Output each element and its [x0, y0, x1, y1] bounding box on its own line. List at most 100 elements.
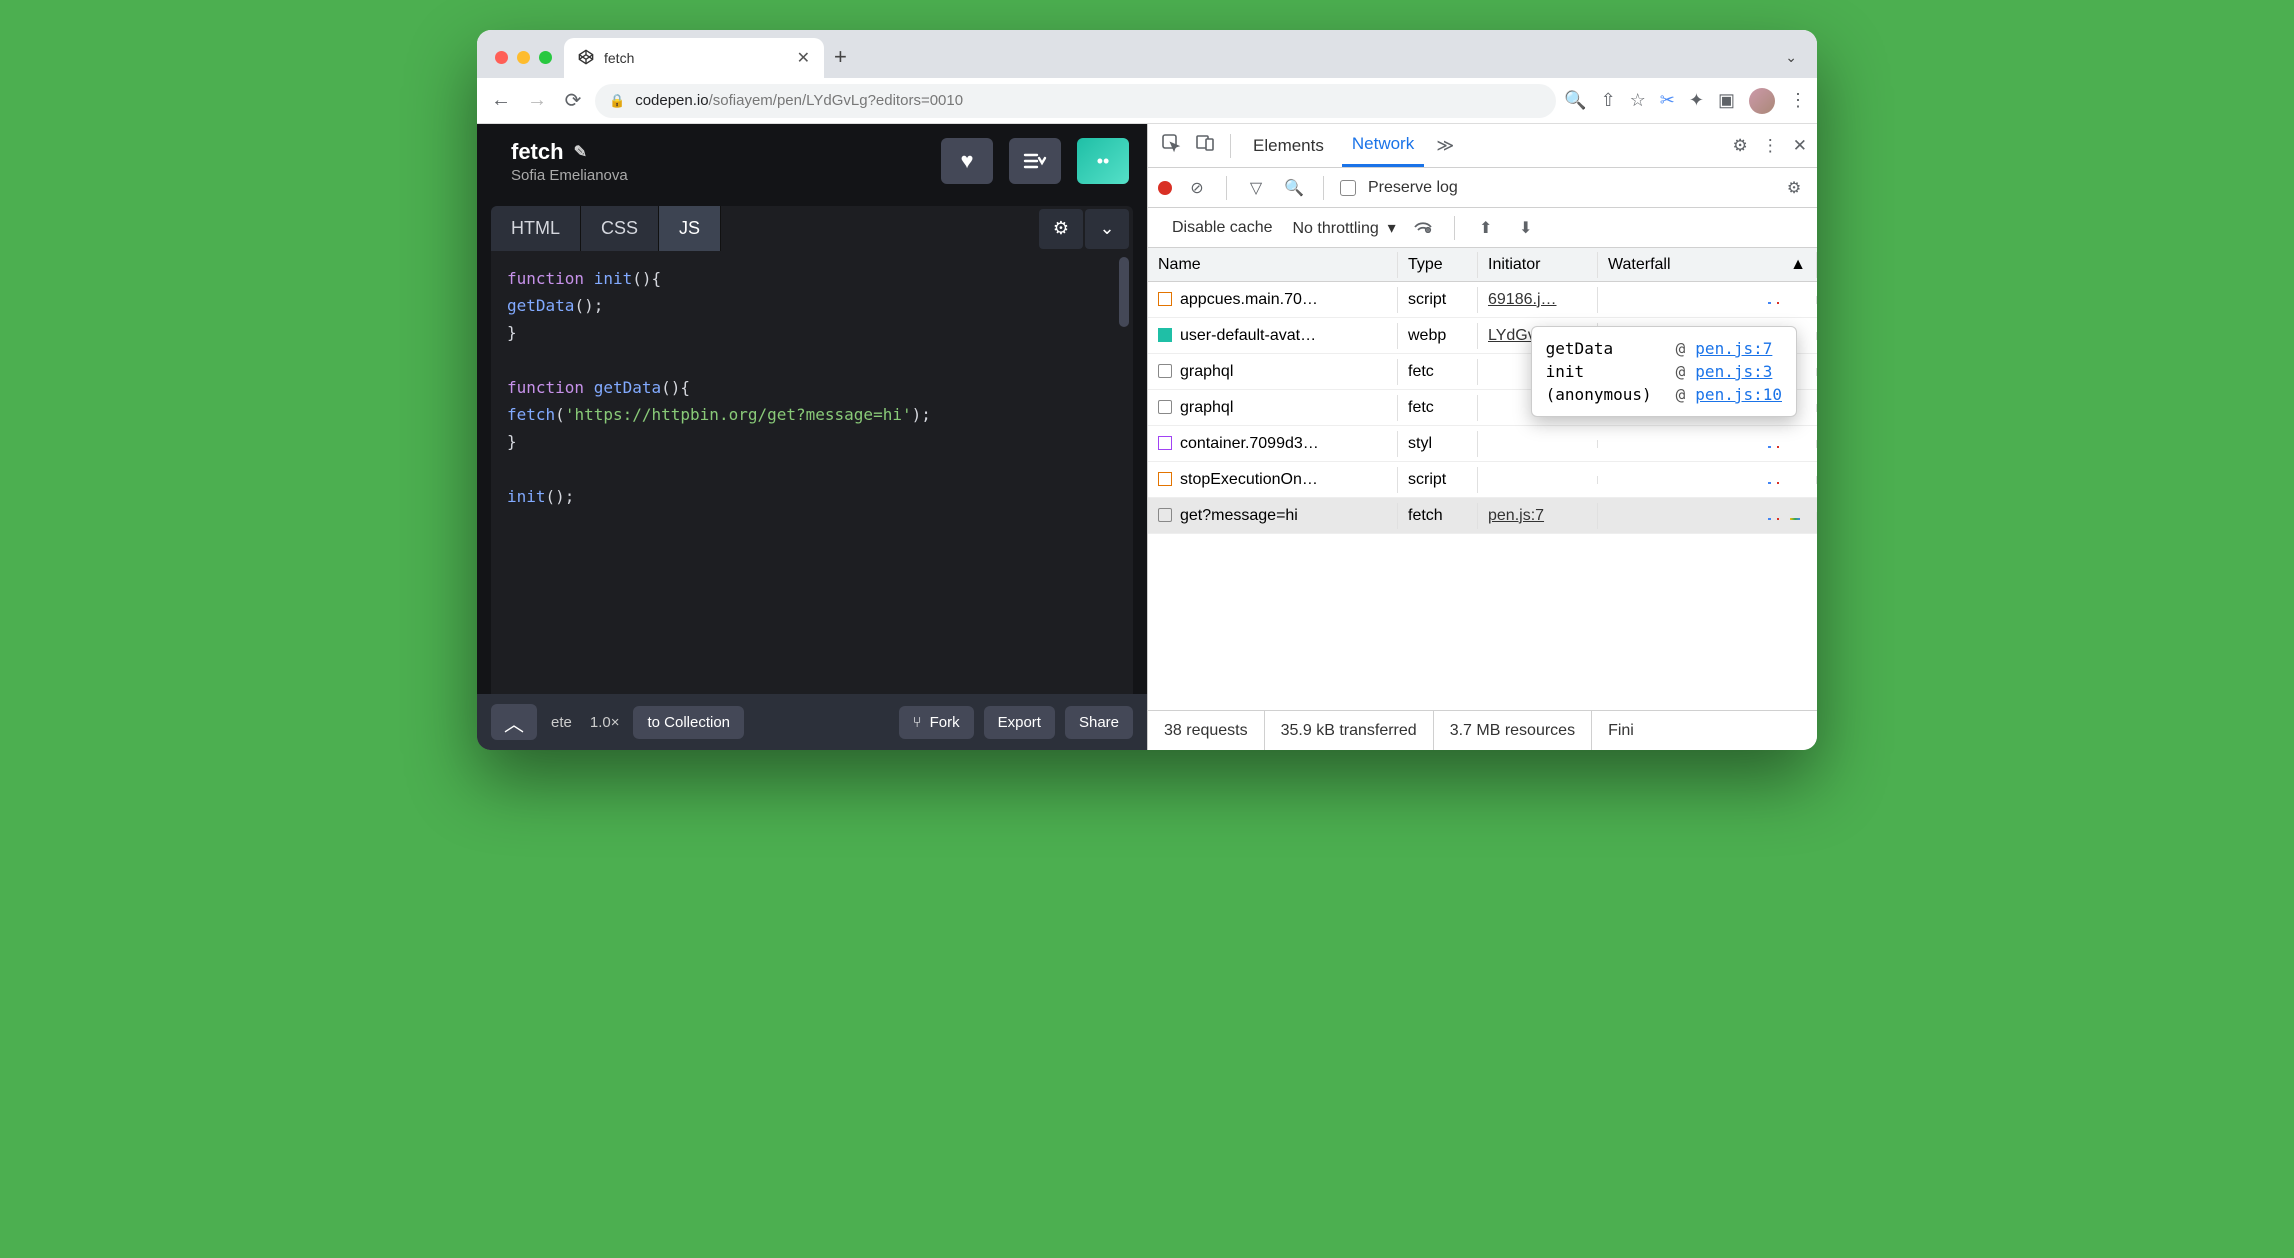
edit-title-icon[interactable]: ✎ [574, 142, 587, 162]
close-tab-icon[interactable]: ✕ [797, 48, 810, 68]
fork-button[interactable]: ⑂Fork [899, 706, 974, 739]
status-transferred: 35.9 kB transferred [1265, 711, 1434, 750]
code-editor[interactable]: function init(){ getData();} function ge… [491, 251, 1133, 694]
record-button[interactable] [1158, 181, 1172, 195]
tab-network[interactable]: Network [1342, 124, 1424, 167]
footer-seg1: ete [547, 714, 576, 731]
tab-css[interactable]: CSS [581, 206, 659, 251]
tab-elements[interactable]: Elements [1243, 124, 1334, 167]
col-waterfall[interactable]: Waterfall▲ [1598, 252, 1817, 278]
pen-author: Sofia Emelianova [511, 167, 925, 184]
browser-window: fetch ✕ + ⌄ ← → ⟳ 🔒 codepen.io/sofiayem/… [477, 30, 1817, 750]
throttling-select[interactable]: No throttling ▾ [1293, 218, 1396, 238]
editor-tabs: HTML CSS JS ⚙ ⌄ [491, 206, 1133, 251]
more-tabs-icon[interactable]: ≫ [1432, 136, 1458, 156]
initiator-link[interactable]: pen.js:7 [1488, 507, 1544, 524]
disable-cache-label: Disable cache [1172, 219, 1273, 237]
codepen-header: fetch ✎ Sofia Emelianova ♥ •• [477, 124, 1147, 198]
network-conditions-icon[interactable] [1410, 217, 1436, 238]
zoom-icon[interactable]: 🔍 [1564, 90, 1586, 111]
codepen-footer: ︿ ete 1.0× to Collection ⑂Fork Export Sh… [477, 694, 1147, 750]
tab-strip: fetch ✕ + ⌄ [477, 30, 1817, 78]
minimize-window-icon[interactable] [517, 51, 530, 64]
request-name: container.7099d3… [1180, 435, 1319, 452]
device-toggle-icon[interactable] [1192, 133, 1218, 158]
view-mode-button[interactable] [1009, 138, 1061, 184]
devtools-close-icon[interactable]: ✕ [1793, 136, 1807, 156]
col-name[interactable]: Name [1148, 252, 1398, 278]
tab-html[interactable]: HTML [491, 206, 581, 251]
stack-link[interactable]: pen.js:10 [1695, 385, 1782, 404]
clear-button[interactable]: ⊘ [1184, 178, 1210, 198]
export-button[interactable]: Export [984, 706, 1055, 739]
scrollbar[interactable] [1119, 257, 1129, 327]
stack-fn: getData [1546, 339, 1666, 358]
request-name: appcues.main.70… [1180, 291, 1318, 308]
share-button[interactable]: Share [1065, 706, 1133, 739]
extensions-icon[interactable]: ✦ [1689, 90, 1704, 111]
filter-icon[interactable]: ▽ [1243, 178, 1269, 198]
inspect-element-icon[interactable] [1158, 133, 1184, 158]
editor-settings-icon[interactable]: ⚙ [1039, 209, 1083, 249]
user-avatar[interactable]: •• [1077, 138, 1129, 184]
codepen-panel: fetch ✎ Sofia Emelianova ♥ •• HTML CSS J… [477, 124, 1147, 750]
add-to-collection-button[interactable]: to Collection [633, 706, 744, 739]
col-initiator[interactable]: Initiator [1478, 252, 1598, 278]
bookmark-icon[interactable]: ☆ [1630, 90, 1646, 111]
request-name: user-default-avat… [1180, 327, 1316, 344]
request-name: graphql [1180, 399, 1233, 416]
initiator-link[interactable]: 69186.j… [1488, 291, 1557, 308]
table-row[interactable]: appcues.main.70…script69186.j… [1148, 282, 1817, 318]
request-type: fetc [1398, 395, 1478, 421]
url-input[interactable]: 🔒 codepen.io/sofiayem/pen/LYdGvLg?editor… [595, 84, 1556, 118]
scissors-icon[interactable]: ✂ [1660, 90, 1675, 111]
new-tab-button[interactable]: + [834, 44, 847, 78]
table-row[interactable]: get?message=hifetchpen.js:7 [1148, 498, 1817, 534]
sidepanel-icon[interactable]: ▣ [1718, 90, 1735, 111]
network-toolbar-2: Disable cache No throttling ▾ ⬆ ⬇ [1148, 208, 1817, 248]
download-har-icon[interactable]: ⬇ [1513, 218, 1539, 238]
back-button[interactable]: ← [487, 89, 515, 112]
table-row[interactable]: stopExecutionOn…script [1148, 462, 1817, 498]
window-controls [487, 51, 564, 78]
pen-title: fetch [511, 139, 564, 165]
devtools-tabs: Elements Network ≫ ⚙ ⋮ ✕ [1148, 124, 1817, 168]
search-icon[interactable]: 🔍 [1281, 178, 1307, 198]
menu-icon[interactable]: ⋮ [1789, 90, 1807, 111]
network-settings-icon[interactable]: ⚙ [1781, 178, 1807, 198]
toolbar-actions: 🔍 ⇧ ☆ ✂ ✦ ▣ ⋮ [1564, 88, 1807, 114]
footer-zoom[interactable]: 1.0× [586, 714, 624, 731]
col-type[interactable]: Type [1398, 252, 1478, 278]
stack-link[interactable]: pen.js:3 [1695, 362, 1772, 381]
stack-fn: init [1546, 362, 1666, 381]
preserve-log-checkbox[interactable] [1340, 180, 1356, 196]
profile-avatar[interactable] [1749, 88, 1775, 114]
devtools-menu-icon[interactable]: ⋮ [1762, 136, 1779, 156]
forward-button[interactable]: → [523, 89, 551, 112]
request-type: script [1398, 467, 1478, 493]
reload-button[interactable]: ⟳ [559, 88, 587, 113]
tab-js[interactable]: JS [659, 206, 721, 251]
devtools-settings-icon[interactable]: ⚙ [1733, 136, 1748, 156]
preserve-log-label: Preserve log [1368, 179, 1458, 197]
editor-collapse-icon[interactable]: ⌄ [1085, 209, 1129, 249]
console-toggle-button[interactable]: ︿ [491, 704, 537, 740]
devtools-panel: Elements Network ≫ ⚙ ⋮ ✕ ⊘ ▽ 🔍 Preserve … [1147, 124, 1817, 750]
close-window-icon[interactable] [495, 51, 508, 64]
tab-overflow-icon[interactable]: ⌄ [1785, 49, 1807, 78]
status-finish: Fini [1592, 711, 1650, 750]
request-type: fetch [1398, 503, 1478, 529]
codepen-favicon-icon [578, 49, 594, 68]
browser-tab[interactable]: fetch ✕ [564, 38, 824, 78]
share-icon[interactable]: ⇧ [1601, 90, 1616, 111]
address-bar: ← → ⟳ 🔒 codepen.io/sofiayem/pen/LYdGvLg?… [477, 78, 1817, 124]
maximize-window-icon[interactable] [539, 51, 552, 64]
upload-har-icon[interactable]: ⬆ [1473, 218, 1499, 238]
table-row[interactable]: container.7099d3…styl [1148, 426, 1817, 462]
network-toolbar: ⊘ ▽ 🔍 Preserve log ⚙ [1148, 168, 1817, 208]
url-host: codepen.io [635, 92, 708, 109]
stack-fn: (anonymous) [1546, 385, 1666, 404]
like-button[interactable]: ♥ [941, 138, 993, 184]
waterfall-cell [1598, 296, 1817, 304]
stack-link[interactable]: pen.js:7 [1695, 339, 1772, 358]
